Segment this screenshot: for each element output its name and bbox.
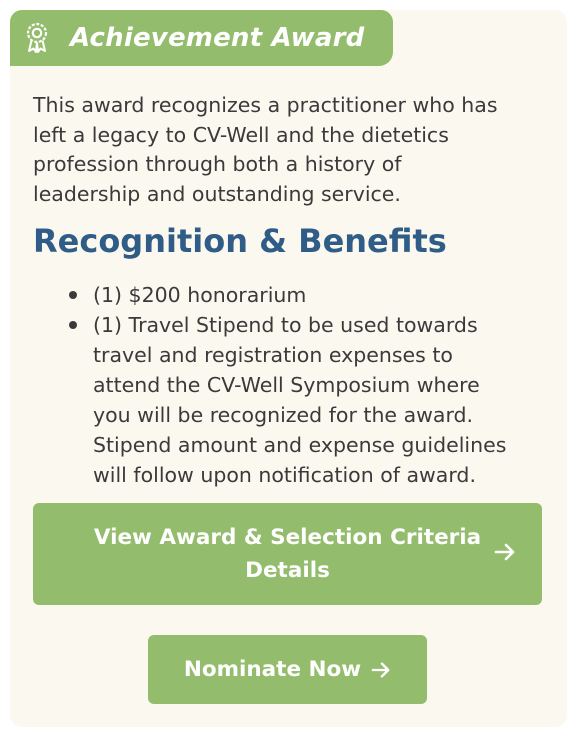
benefit-line: Stipend amount and expense guidelines (93, 433, 507, 457)
view-criteria-label: View Award & Selection Criteria Details (88, 521, 488, 587)
benefit-line: you will be recognized for the award. (93, 403, 474, 427)
description-line: This award recognizes a practitioner who… (33, 93, 498, 117)
award-title: Achievement Award (70, 23, 365, 53)
benefit-line: (1) $200 honorarium (93, 283, 307, 307)
benefit-line: travel and registration expenses to (93, 343, 453, 367)
list-item: (1) $200 honorarium (66, 280, 546, 310)
nominate-now-label: Nominate Now (183, 657, 362, 682)
benefit-line: (1) Travel Stipend to be used towards (93, 313, 478, 337)
bullet-icon (69, 321, 77, 329)
description-line: leadership and outstanding service. (33, 181, 401, 206)
award-title-tab: Achievement Award (10, 10, 393, 66)
view-criteria-button[interactable]: View Award & Selection Criteria Details (33, 503, 542, 605)
benefit-line: attend the CV-Well Symposium where (93, 373, 480, 397)
award-ribbon-icon (22, 21, 52, 55)
view-criteria-label-line: Details (245, 558, 330, 583)
view-criteria-label-line: View Award & Selection Criteria (93, 525, 482, 550)
list-item: (1) Travel Stipend to be used towards tr… (66, 310, 546, 490)
bullet-icon (69, 291, 77, 299)
description-line: profession through both a history of (33, 152, 402, 176)
arrow-right-icon (371, 660, 391, 680)
award-description: This award recognizes a practitioner who… (33, 91, 543, 209)
description-line: left a legacy to CV-Well and the dieteti… (33, 122, 449, 147)
benefit-line: will follow upon notification of award. (93, 463, 476, 487)
nominate-now-button[interactable]: Nominate Now (148, 635, 427, 704)
benefits-list: (1) $200 honorarium (1) Travel Stipend t… (66, 280, 546, 490)
benefits-heading: Recognition & Benefits (33, 222, 447, 260)
arrow-right-icon (494, 541, 516, 563)
